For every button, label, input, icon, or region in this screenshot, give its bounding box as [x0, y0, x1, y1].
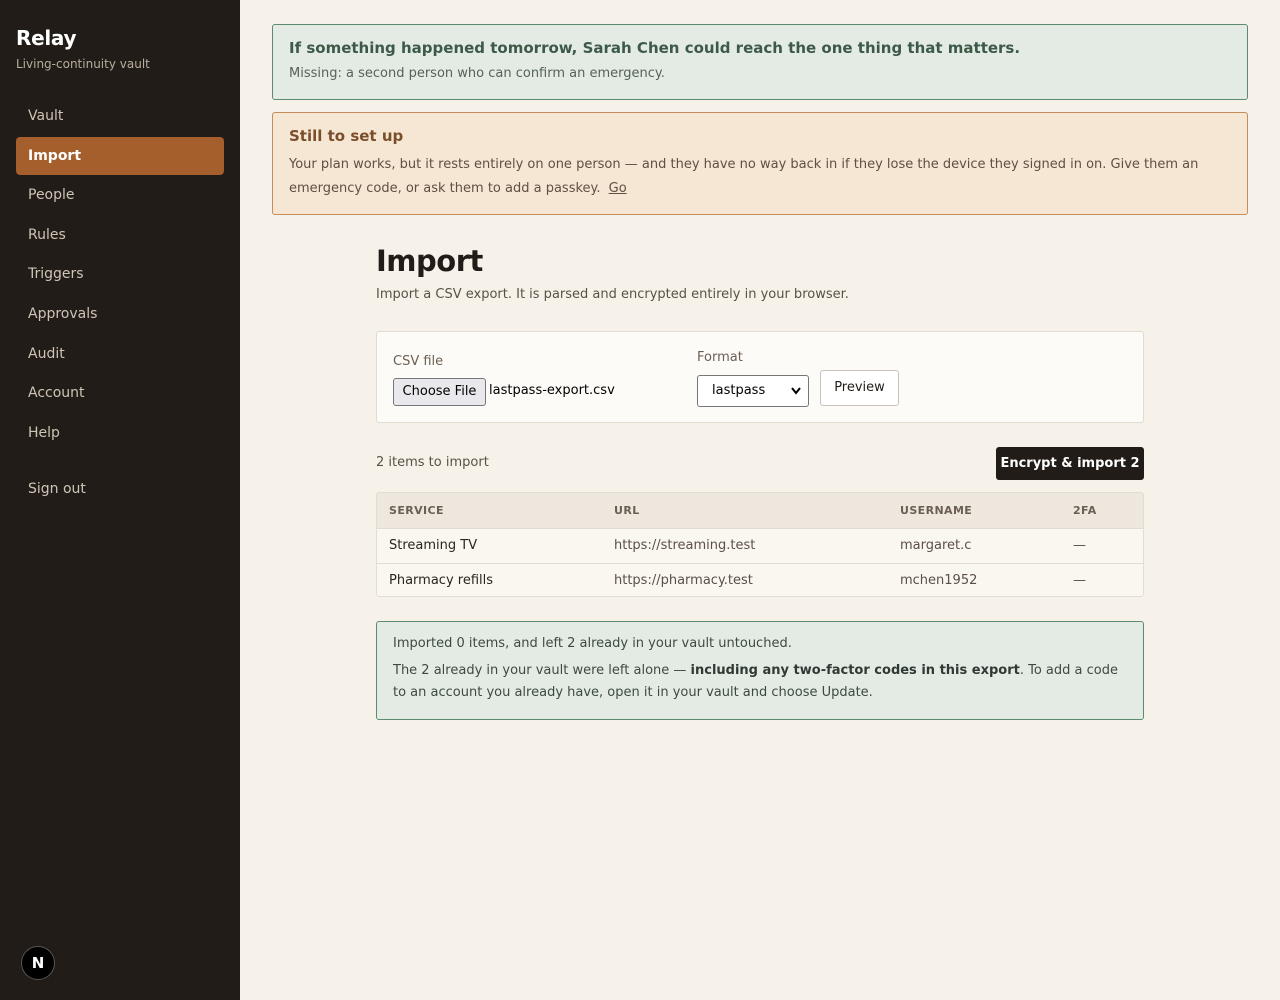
- table-header: SERVICE URL USERNAME 2FA: [377, 493, 1143, 528]
- setup-banner-text: Your plan works, but it rests entirely o…: [289, 157, 1199, 196]
- row-service: Pharmacy refills: [389, 573, 494, 588]
- row-service: Streaming TV: [389, 538, 478, 553]
- status-banner-sub: Missing: a second person who can confirm…: [289, 66, 665, 81]
- row-url: https://streaming.test: [614, 538, 756, 553]
- chevron-down-icon: [790, 376, 802, 419]
- column-header-username: USERNAME: [900, 504, 973, 517]
- column-header-service: SERVICE: [389, 504, 444, 517]
- sidebar: Relay Living-continuity vault Vault Impo…: [0, 0, 240, 1000]
- setup-banner-heading: Still to set up: [289, 127, 404, 145]
- setup-banner-body: Your plan works, but it rests entirely o…: [289, 153, 1231, 201]
- result-summary: Imported 0 items, and left 2 already in …: [393, 636, 792, 651]
- column-header-url: URL: [614, 504, 640, 517]
- format-label: Format: [697, 350, 743, 365]
- table-row: Streaming TV https://streaming.test marg…: [377, 528, 1143, 563]
- brand-tagline: Living-continuity vault: [16, 57, 150, 71]
- sidebar-item-people[interactable]: People: [16, 176, 224, 214]
- selected-file-name: lastpass-export.csv: [489, 383, 615, 398]
- format-select[interactable]: lastpass: [697, 375, 809, 407]
- sign-out-button[interactable]: Sign out: [16, 470, 224, 508]
- sidebar-item-help[interactable]: Help: [16, 414, 224, 452]
- choose-file-button[interactable]: Choose File: [393, 378, 486, 406]
- row-url: https://pharmacy.test: [614, 573, 753, 588]
- items-count: 2 items to import: [376, 455, 489, 470]
- column-header-2fa: 2FA: [1073, 504, 1097, 517]
- encrypt-import-button[interactable]: Encrypt & import 2: [996, 447, 1144, 480]
- result-detail-bold: including any two-factor codes in this e…: [690, 663, 1020, 678]
- status-banner-heading: If something happened tomorrow, Sarah Ch…: [289, 39, 1021, 57]
- brand-name: Relay: [16, 26, 77, 50]
- row-username: margaret.c: [900, 538, 972, 553]
- page-description: Import a CSV export. It is parsed and en…: [376, 287, 849, 302]
- sidebar-item-approvals[interactable]: Approvals: [16, 295, 224, 333]
- row-username: mchen1952: [900, 573, 978, 588]
- row-2fa: —: [1073, 538, 1086, 553]
- import-result-notice: Imported 0 items, and left 2 already in …: [376, 621, 1144, 720]
- sidebar-item-triggers[interactable]: Triggers: [16, 255, 224, 293]
- csv-file-label: CSV file: [393, 354, 444, 369]
- import-form: CSV file Choose File lastpass-export.csv…: [376, 331, 1144, 423]
- format-select-value: lastpass: [712, 383, 766, 398]
- import-preview-table: SERVICE URL USERNAME 2FA Streaming TV ht…: [376, 492, 1144, 597]
- sidebar-item-rules[interactable]: Rules: [16, 216, 224, 254]
- dev-badge-icon[interactable]: N: [21, 946, 55, 980]
- setup-banner: Still to set up Your plan works, but it …: [272, 112, 1248, 215]
- setup-go-link[interactable]: Go: [609, 181, 627, 196]
- table-row: Pharmacy refills https://pharmacy.test m…: [377, 563, 1143, 596]
- sidebar-item-vault[interactable]: Vault: [16, 97, 224, 135]
- result-detail-pre: The 2 already in your vault were left al…: [393, 663, 691, 678]
- row-2fa: —: [1073, 573, 1086, 588]
- status-banner: If something happened tomorrow, Sarah Ch…: [272, 24, 1248, 100]
- sidebar-item-import[interactable]: Import: [16, 137, 224, 175]
- sidebar-item-account[interactable]: Account: [16, 374, 224, 412]
- sidebar-item-audit[interactable]: Audit: [16, 335, 224, 373]
- page-title: Import: [376, 244, 483, 278]
- result-detail: The 2 already in your vault were left al…: [393, 660, 1127, 704]
- preview-button[interactable]: Preview: [820, 370, 899, 406]
